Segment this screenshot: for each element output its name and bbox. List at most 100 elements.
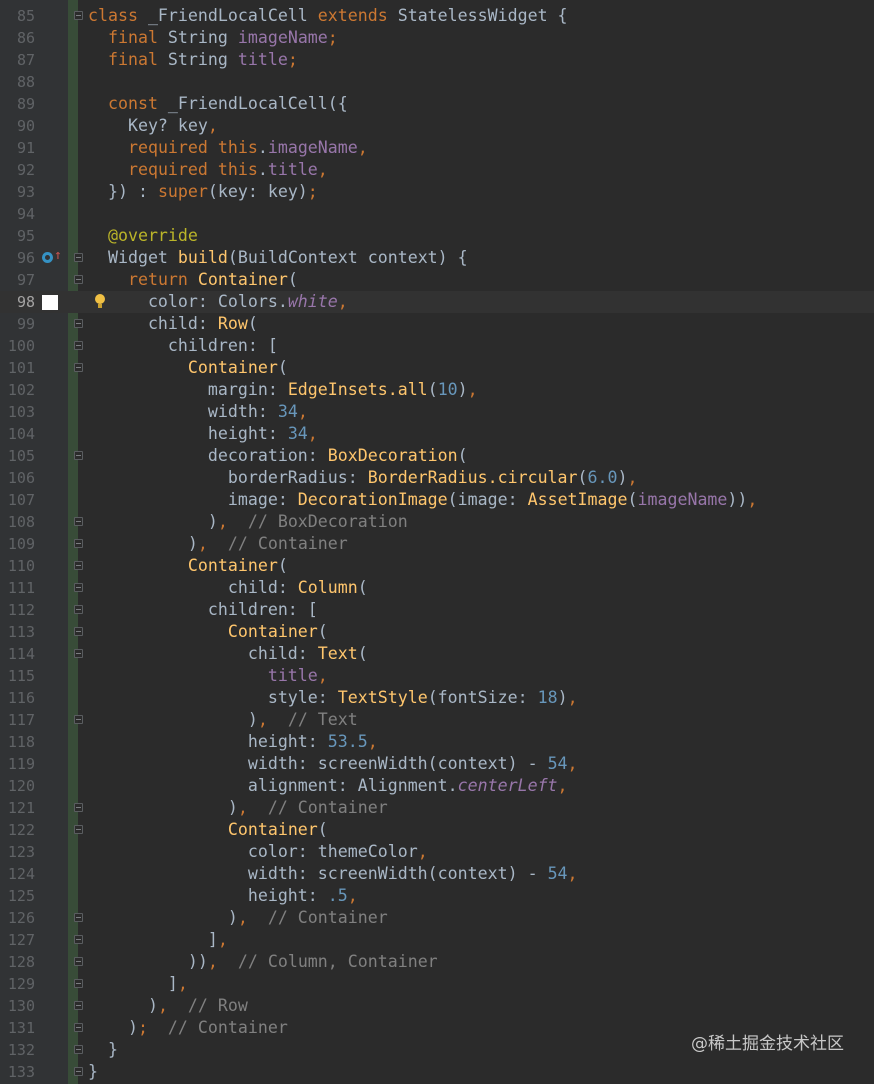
code-line[interactable]: 107 image: DecorationImage(image: AssetI…: [0, 489, 874, 511]
code-editor[interactable]: 85 class _FriendLocalCell extends Statele…: [0, 5, 874, 1083]
code-line[interactable]: 86 final String imageName;: [0, 27, 874, 49]
fold-marker-icon[interactable]: [74, 1067, 83, 1076]
code-line[interactable]: 90 Key? key,: [0, 115, 874, 137]
fold-marker-icon[interactable]: [74, 451, 83, 460]
fold-marker-icon[interactable]: [74, 935, 83, 944]
code-line[interactable]: 93 }) : super(key: key);: [0, 181, 874, 203]
code-line[interactable]: 119 width: screenWidth(context) - 54,: [0, 753, 874, 775]
code-line[interactable]: 112 children: [: [0, 599, 874, 621]
line-number[interactable]: 113: [0, 621, 35, 643]
code-line[interactable]: 125 height: .5,: [0, 885, 874, 907]
code-line[interactable]: 124 width: screenWidth(context) - 54,: [0, 863, 874, 885]
line-number[interactable]: 95: [0, 225, 35, 247]
fold-marker-icon[interactable]: [74, 605, 83, 614]
line-number[interactable]: 108: [0, 511, 35, 533]
fold-marker-icon[interactable]: [74, 253, 83, 262]
fold-marker-icon[interactable]: [74, 803, 83, 812]
fold-marker-icon[interactable]: [74, 583, 83, 592]
fold-marker-icon[interactable]: [74, 627, 83, 636]
line-number[interactable]: 119: [0, 753, 35, 775]
code-line[interactable]: 100 children: [: [0, 335, 874, 357]
line-number[interactable]: 87: [0, 49, 35, 71]
code-line[interactable]: 89 const _FriendLocalCell({: [0, 93, 874, 115]
code-line[interactable]: 88: [0, 71, 874, 93]
line-number[interactable]: 126: [0, 907, 35, 929]
fold-marker-icon[interactable]: [74, 1023, 83, 1032]
line-number[interactable]: 96: [0, 247, 35, 269]
line-number[interactable]: 127: [0, 929, 35, 951]
line-number[interactable]: 101: [0, 357, 35, 379]
line-number[interactable]: 133: [0, 1061, 35, 1083]
line-number[interactable]: 90: [0, 115, 35, 137]
line-number[interactable]: 114: [0, 643, 35, 665]
code-line[interactable]: 91 required this.imageName,: [0, 137, 874, 159]
line-number[interactable]: 123: [0, 841, 35, 863]
fold-marker-icon[interactable]: [74, 11, 83, 20]
line-number[interactable]: 131: [0, 1017, 35, 1039]
code-line[interactable]: 129 ],: [0, 973, 874, 995]
line-number[interactable]: 100: [0, 335, 35, 357]
code-line[interactable]: 116 style: TextStyle(fontSize: 18),: [0, 687, 874, 709]
line-number[interactable]: 110: [0, 555, 35, 577]
code-line[interactable]: 96 ↑ Widget build(BuildContext context) {: [0, 247, 874, 269]
fold-marker-icon[interactable]: [74, 275, 83, 284]
line-number[interactable]: 130: [0, 995, 35, 1017]
bookmark-icon[interactable]: [42, 295, 58, 310]
fold-marker-icon[interactable]: [74, 341, 83, 350]
line-number[interactable]: 112: [0, 599, 35, 621]
code-line[interactable]: 101 Container(: [0, 357, 874, 379]
code-line[interactable]: 103 width: 34,: [0, 401, 874, 423]
line-number[interactable]: 93: [0, 181, 35, 203]
line-number[interactable]: 85: [0, 5, 35, 27]
code-line[interactable]: 97 return Container(: [0, 269, 874, 291]
code-line[interactable]: 95 @override: [0, 225, 874, 247]
code-line[interactable]: 110 Container(: [0, 555, 874, 577]
line-number[interactable]: 105: [0, 445, 35, 467]
code-line[interactable]: 128 )), // Column, Container: [0, 951, 874, 973]
code-line[interactable]: 111 child: Column(: [0, 577, 874, 599]
line-number[interactable]: 103: [0, 401, 35, 423]
line-number[interactable]: 132: [0, 1039, 35, 1061]
code-line[interactable]: 94: [0, 203, 874, 225]
line-number[interactable]: 94: [0, 203, 35, 225]
override-arrow-icon[interactable]: ↑: [54, 249, 62, 263]
line-number[interactable]: 125: [0, 885, 35, 907]
line-number[interactable]: 106: [0, 467, 35, 489]
code-line[interactable]: 130 ), // Row: [0, 995, 874, 1017]
code-line[interactable]: 127 ],: [0, 929, 874, 951]
code-line[interactable]: 104 height: 34,: [0, 423, 874, 445]
code-line[interactable]: 105 decoration: BoxDecoration(: [0, 445, 874, 467]
line-number[interactable]: 116: [0, 687, 35, 709]
code-line[interactable]: 117 ), // Text: [0, 709, 874, 731]
code-line[interactable]: 98 color: Colors.white,: [0, 291, 874, 313]
fold-marker-icon[interactable]: [74, 649, 83, 658]
code-line[interactable]: 99 child: Row(: [0, 313, 874, 335]
line-number[interactable]: 86: [0, 27, 35, 49]
line-number[interactable]: 107: [0, 489, 35, 511]
fold-marker-icon[interactable]: [74, 957, 83, 966]
override-method-icon[interactable]: [42, 252, 53, 263]
line-number[interactable]: 91: [0, 137, 35, 159]
line-number[interactable]: 120: [0, 775, 35, 797]
fold-marker-icon[interactable]: [74, 363, 83, 372]
code-line[interactable]: 106 borderRadius: BorderRadius.circular(…: [0, 467, 874, 489]
line-number[interactable]: 129: [0, 973, 35, 995]
line-number[interactable]: 117: [0, 709, 35, 731]
code-line[interactable]: 92 required this.title,: [0, 159, 874, 181]
fold-marker-icon[interactable]: [74, 979, 83, 988]
code-line[interactable]: 126 ), // Container: [0, 907, 874, 929]
fold-marker-icon[interactable]: [74, 539, 83, 548]
fold-marker-icon[interactable]: [74, 1001, 83, 1010]
code-line[interactable]: 120 alignment: Alignment.centerLeft,: [0, 775, 874, 797]
line-number[interactable]: 115: [0, 665, 35, 687]
code-line[interactable]: 87 final String title;: [0, 49, 874, 71]
code-line[interactable]: 108 ), // BoxDecoration: [0, 511, 874, 533]
code-line[interactable]: 123 color: themeColor,: [0, 841, 874, 863]
line-number[interactable]: 104: [0, 423, 35, 445]
line-number[interactable]: 102: [0, 379, 35, 401]
code-line[interactable]: 133}: [0, 1061, 874, 1083]
fold-marker-icon[interactable]: [74, 517, 83, 526]
code-line[interactable]: 121 ), // Container: [0, 797, 874, 819]
line-number[interactable]: 89: [0, 93, 35, 115]
line-number[interactable]: 122: [0, 819, 35, 841]
